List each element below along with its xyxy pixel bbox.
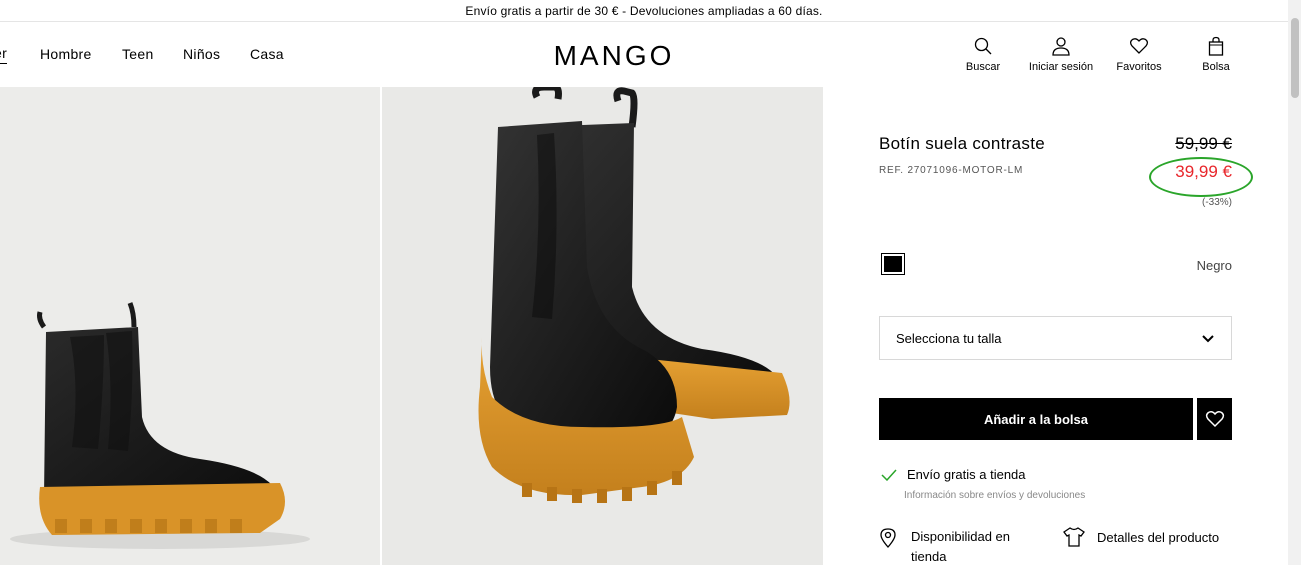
availability-line-1: Disponibilidad en bbox=[911, 529, 1011, 544]
logo-text: MANGO bbox=[554, 40, 675, 70]
swatch-fill bbox=[884, 256, 902, 272]
original-price: 59,99 € bbox=[1175, 134, 1232, 153]
color-swatch-black[interactable] bbox=[881, 253, 905, 275]
login-button[interactable]: Iniciar sesión bbox=[1022, 36, 1100, 73]
add-to-bag-button[interactable]: Añadir a la bolsa bbox=[879, 398, 1193, 440]
nav-item-casa[interactable]: Casa bbox=[250, 46, 284, 62]
product-image-side[interactable] bbox=[0, 87, 380, 565]
shipping-info: Envío gratis a tienda bbox=[881, 467, 1026, 482]
shipping-text: Envío gratis a tienda bbox=[907, 467, 1026, 482]
product-image-front[interactable] bbox=[382, 87, 823, 565]
search-icon bbox=[974, 37, 992, 55]
availability-text: Disponibilidad en tienda bbox=[911, 527, 1010, 565]
announcement-bar: Envío gratis a partir de 30 € - Devoluci… bbox=[0, 0, 1288, 22]
heart-icon bbox=[1205, 411, 1224, 428]
store-availability-link[interactable]: Disponibilidad en tienda bbox=[879, 527, 1039, 565]
site-header: er Hombre Teen Niños Casa MANGO Buscar I… bbox=[0, 22, 1288, 86]
nav-item-hombre[interactable]: Hombre bbox=[40, 46, 92, 62]
heart-icon bbox=[1129, 38, 1149, 54]
mango-logo[interactable]: MANGO bbox=[542, 40, 686, 70]
product-ref: REF. 27071096-MOTOR-LM bbox=[879, 165, 1024, 176]
location-pin-icon bbox=[880, 528, 896, 548]
discount-badge: (-33%) bbox=[1201, 197, 1232, 208]
login-label: Iniciar sesión bbox=[1028, 61, 1094, 73]
bag-button[interactable]: Bolsa bbox=[1196, 36, 1236, 73]
price-highlight-circle bbox=[1149, 157, 1253, 197]
boot-pair-illustration bbox=[478, 87, 790, 503]
scrollbar-thumb[interactable] bbox=[1291, 18, 1299, 98]
selected-color-name: Negro bbox=[1196, 258, 1232, 273]
announcement-text: Envío gratis a partir de 30 € - Devoluci… bbox=[465, 3, 823, 18]
page-scrollbar[interactable] bbox=[1288, 0, 1301, 565]
tshirt-icon bbox=[1063, 527, 1085, 547]
user-icon bbox=[1052, 37, 1070, 56]
add-to-favorites-button[interactable] bbox=[1197, 398, 1232, 440]
check-icon bbox=[881, 468, 897, 481]
shipping-returns-link[interactable]: Información sobre envíos y devoluciones bbox=[904, 490, 1085, 501]
size-select[interactable]: Selecciona tu talla bbox=[879, 316, 1232, 360]
nav-item-mujer[interactable]: er bbox=[0, 45, 8, 64]
availability-line-2: tienda bbox=[911, 549, 947, 564]
search-button[interactable]: Buscar bbox=[958, 36, 1008, 73]
details-text: Detalles del producto bbox=[1097, 529, 1220, 545]
boot-side-illustration bbox=[10, 302, 310, 549]
product-title: Botín suela contraste bbox=[879, 134, 1046, 153]
search-label: Buscar bbox=[965, 61, 1001, 73]
favorites-button[interactable]: Favoritos bbox=[1113, 36, 1165, 73]
bag-icon bbox=[1208, 36, 1224, 56]
bag-label: Bolsa bbox=[1202, 61, 1230, 73]
favorites-label: Favoritos bbox=[1116, 61, 1162, 73]
nav-item-ninos[interactable]: Niños bbox=[183, 46, 220, 62]
add-to-bag-label: Añadir a la bolsa bbox=[983, 411, 1089, 427]
chevron-down-icon bbox=[1202, 335, 1214, 343]
size-select-placeholder: Selecciona tu talla bbox=[896, 330, 1002, 346]
product-details-link[interactable]: Detalles del producto bbox=[1063, 527, 1219, 547]
nav-item-teen[interactable]: Teen bbox=[122, 46, 154, 62]
